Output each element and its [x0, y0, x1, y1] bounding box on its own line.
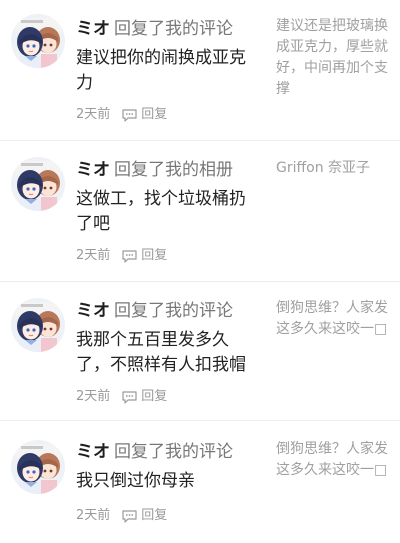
reply-text: 我只倒过你母亲 — [76, 471, 195, 491]
action-text: 回复了我的评论 — [114, 301, 233, 321]
reply-label: 回复 — [141, 248, 168, 263]
reply-label: 回复 — [141, 389, 168, 404]
comment-bubble-icon — [122, 390, 137, 404]
notification-header: ミオ 回复了我的评论 — [76, 300, 233, 322]
reply-button[interactable]: 回复 — [122, 106, 167, 124]
notification-item[interactable]: ミオ 回复了我的评论 我只倒过你母亲 2天前 回复 倒狗思维？人家发这多久来这咬一… — [0, 421, 400, 543]
action-text: 回复了我的相册 — [114, 160, 233, 180]
reply-text: 这做工，找个垃圾桶扔了吧 — [76, 189, 246, 234]
avatar[interactable] — [11, 157, 65, 211]
notification-item[interactable]: ミオ 回复了我的相册 这做工，找个垃圾桶扔了吧 2天前 回复 Griffon 奈亚… — [0, 141, 400, 282]
notification-meta: 2天前 回复 — [76, 247, 167, 265]
timestamp: 2天前 — [76, 389, 111, 404]
avatar[interactable] — [11, 14, 65, 68]
timestamp: 2天前 — [76, 248, 111, 263]
anime-girls-avatar-icon — [11, 440, 65, 494]
action-text: 回复了我的评论 — [114, 442, 233, 462]
anime-girls-avatar-icon — [11, 157, 65, 211]
quoted-comment[interactable]: 建议还是把玻璃换成亚克力，厚些就好，中间再加个支撑 — [276, 16, 390, 100]
comment-bubble-icon — [122, 108, 137, 122]
notification-meta: 2天前 回复 — [76, 388, 167, 406]
notification-header: ミオ 回复了我的评论 — [76, 441, 233, 463]
username[interactable]: ミオ — [76, 442, 110, 462]
reply-button[interactable]: 回复 — [122, 247, 167, 265]
username[interactable]: ミオ — [76, 160, 110, 180]
action-text: 回复了我的评论 — [114, 19, 233, 39]
notification-item[interactable]: ミオ 回复了我的评论 建议把你的闹换成亚克力 2天前 回复 建议还是把玻璃换成亚克… — [0, 0, 400, 141]
username[interactable]: ミオ — [76, 301, 110, 321]
anime-girls-avatar-icon — [11, 14, 65, 68]
comment-bubble-icon — [122, 249, 137, 263]
timestamp: 2天前 — [76, 107, 111, 122]
reply-text: 建议把你的闹换成亚克力 — [76, 48, 246, 93]
notification-meta: 2天前 回复 — [76, 507, 167, 525]
reply-text: 我那个五百里发多久了，不照样有人扣我帽 — [76, 330, 246, 375]
notification-header: ミオ 回复了我的相册 — [76, 159, 233, 181]
reply-label: 回复 — [141, 508, 168, 523]
reply-label: 回复 — [141, 107, 168, 122]
avatar[interactable] — [11, 440, 65, 494]
comment-bubble-icon — [122, 509, 137, 523]
notification-header: ミオ 回复了我的评论 — [76, 18, 233, 40]
reply-button[interactable]: 回复 — [122, 507, 167, 525]
quoted-comment[interactable]: 倒狗思维？人家发这多久来这咬一□ — [276, 439, 390, 481]
reply-button[interactable]: 回复 — [122, 388, 167, 406]
quoted-comment[interactable]: Griffon 奈亚子 — [276, 158, 390, 179]
username[interactable]: ミオ — [76, 19, 110, 39]
avatar[interactable] — [11, 298, 65, 352]
timestamp: 2天前 — [76, 508, 111, 523]
anime-girls-avatar-icon — [11, 298, 65, 352]
notification-meta: 2天前 回复 — [76, 106, 167, 124]
notification-item[interactable]: ミオ 回复了我的评论 我那个五百里发多久了，不照样有人扣我帽 2天前 回复 倒狗思… — [0, 282, 400, 421]
quoted-comment[interactable]: 倒狗思维？人家发这多久来这咬一□ — [276, 298, 390, 340]
